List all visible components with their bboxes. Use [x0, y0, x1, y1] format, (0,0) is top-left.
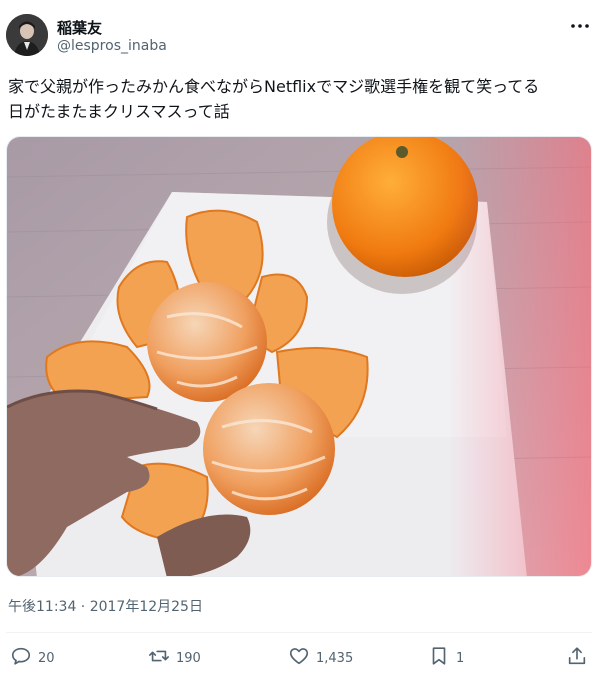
tweet-header: 稲葉友 @lespros_inaba [6, 14, 596, 62]
bookmark-count: 1 [456, 650, 465, 666]
retweet-icon [148, 645, 170, 671]
bookmark-button[interactable]: 1 [428, 644, 464, 672]
avatar[interactable] [6, 14, 48, 56]
share-button[interactable] [566, 644, 588, 672]
more-dots-icon[interactable] [568, 14, 592, 38]
reply-button[interactable]: 20 [10, 644, 55, 672]
share-icon [566, 645, 588, 671]
heart-icon [288, 645, 310, 671]
like-button[interactable]: 1,435 [288, 644, 353, 672]
tweet-timestamp[interactable]: 午後11:34 · 2017年12月25日 [8, 596, 203, 616]
action-bar: 20 190 1,435 1 [0, 644, 600, 672]
reply-icon [10, 645, 32, 671]
retweet-count: 190 [176, 650, 201, 666]
retweet-button[interactable]: 190 [148, 644, 201, 672]
divider [6, 632, 592, 633]
author-handle[interactable]: @lespros_inaba [57, 38, 167, 54]
tweet-text: 家で父親が作ったみかん食べながらNetflixでマジ歌選手権を観て笑ってる 日が… [8, 77, 540, 121]
tweet-photo[interactable] [6, 136, 592, 577]
reply-count: 20 [38, 650, 55, 666]
author-name[interactable]: 稲葉友 [57, 17, 102, 38]
like-count: 1,435 [316, 650, 354, 666]
bookmark-icon [428, 645, 450, 671]
